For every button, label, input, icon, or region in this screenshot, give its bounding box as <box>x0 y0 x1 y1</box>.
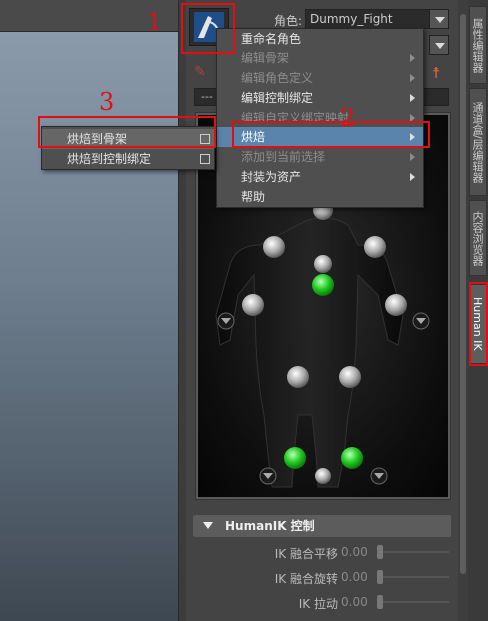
annotation-box-2 <box>232 121 430 148</box>
slider-label: IK 融合旋转 <box>274 572 338 586</box>
menu-item-help[interactable]: 帮助 <box>217 187 423 207</box>
right-knee-effector <box>339 366 361 388</box>
slider-ik-blend-rotate: IK 融合旋转 0.00 <box>186 567 458 587</box>
menu-item-label: 帮助 <box>241 190 266 204</box>
slider-label: IK 融合平移 <box>274 547 338 561</box>
section-title: HumanIK 控制 <box>225 519 315 533</box>
character-select[interactable]: Dummy_Fight <box>305 9 431 29</box>
option-box-icon[interactable] <box>200 154 210 164</box>
submenu-arrow-icon <box>410 94 415 102</box>
left-foot-expand-icon <box>259 467 277 485</box>
left-knee-effector <box>287 366 309 388</box>
slider-track[interactable] <box>383 601 449 603</box>
annotation-box-humanik-tab <box>469 282 488 366</box>
chest-effector <box>314 255 332 273</box>
annotation-box-1 <box>181 3 235 54</box>
menu-item-bake-to-control-rig[interactable]: 烘焙到控制绑定 <box>42 149 214 169</box>
menu-item-label: 重命名角色 <box>241 32 302 46</box>
slider-label: IK 拉动 <box>298 597 338 611</box>
slider-ik-pull: IK 拉动 0.00 <box>186 592 458 612</box>
menu-item-label: 添加到当前选择 <box>241 150 326 164</box>
submenu-arrow-icon <box>410 54 415 62</box>
menu-item-asset[interactable]: 封装为资产 <box>217 167 423 187</box>
right-wrist-effector <box>385 294 407 316</box>
left-shoulder-effector <box>263 236 285 258</box>
slider-ik-blend-translate: IK 融合平移 0.00 <box>186 542 458 562</box>
menu-item-label: 编辑控制绑定 <box>241 91 314 105</box>
tab-attribute-editor[interactable]: 属性编辑器 <box>469 6 487 84</box>
menu-item-edit-control-rig[interactable]: 编辑控制绑定 <box>217 88 423 108</box>
character-label: 角色: <box>274 14 303 28</box>
collapse-triangle-icon <box>203 522 213 529</box>
menu-item-edit-definition[interactable]: 编辑角色定义 <box>217 68 423 88</box>
right-shoulder-effector <box>364 236 386 258</box>
slider-value[interactable]: 0.00 <box>341 545 368 559</box>
panel-divider[interactable] <box>178 0 186 621</box>
pencil-icon[interactable]: ✎ <box>194 64 210 80</box>
hips-effector <box>312 274 334 296</box>
slider-track[interactable] <box>383 576 449 578</box>
left-ankle-effector <box>284 447 306 469</box>
character-dropdown-button[interactable] <box>429 9 449 29</box>
annotation-number-3: 3 <box>99 88 115 116</box>
submenu-arrow-icon <box>410 74 415 82</box>
slider-value[interactable]: 0.00 <box>341 595 368 609</box>
left-hand-expand-icon <box>217 312 235 330</box>
menu-item-edit-skeleton[interactable]: 编辑骨架 <box>217 48 423 68</box>
annotation-box-3 <box>38 116 216 148</box>
toe-effector <box>315 468 331 484</box>
source-dropdown-button[interactable] <box>429 35 449 55</box>
menu-item-label: 编辑角色定义 <box>241 71 314 85</box>
annotation-number-2: 2 <box>340 104 356 132</box>
menu-item-add-to-selection[interactable]: 添加到当前选择 <box>217 147 423 167</box>
right-foot-expand-icon <box>370 467 388 485</box>
viewport-panel <box>0 0 178 621</box>
character-context-menu: 重命名角色 编辑骨架 编辑角色定义 编辑控制绑定 编辑自定义绑定映射 烘焙 添加… <box>216 28 424 208</box>
submenu-arrow-icon <box>410 173 415 181</box>
scrollbar-thumb[interactable] <box>460 14 466 574</box>
figure-icon[interactable]: ☨ <box>432 64 448 82</box>
left-wrist-effector <box>242 294 264 316</box>
menu-item-label: 编辑骨架 <box>241 51 290 65</box>
right-ankle-effector <box>341 447 363 469</box>
slider-value[interactable]: 0.00 <box>341 570 368 584</box>
tab-content-browser[interactable]: 内容浏览器 <box>469 200 487 276</box>
menu-item-label: 封装为资产 <box>241 170 302 184</box>
menu-item-rename-character[interactable]: 重命名角色 <box>217 29 423 49</box>
menu-item-label: 烘焙到控制绑定 <box>67 152 152 166</box>
humanik-control-section-header[interactable]: HumanIK 控制 <box>193 515 451 537</box>
tab-channel-box[interactable]: 通道盒/层编辑器 <box>469 88 487 196</box>
annotation-number-1: 1 <box>147 8 163 36</box>
slider-track[interactable] <box>383 551 449 553</box>
right-hand-expand-icon <box>412 312 430 330</box>
submenu-arrow-icon <box>410 153 415 161</box>
